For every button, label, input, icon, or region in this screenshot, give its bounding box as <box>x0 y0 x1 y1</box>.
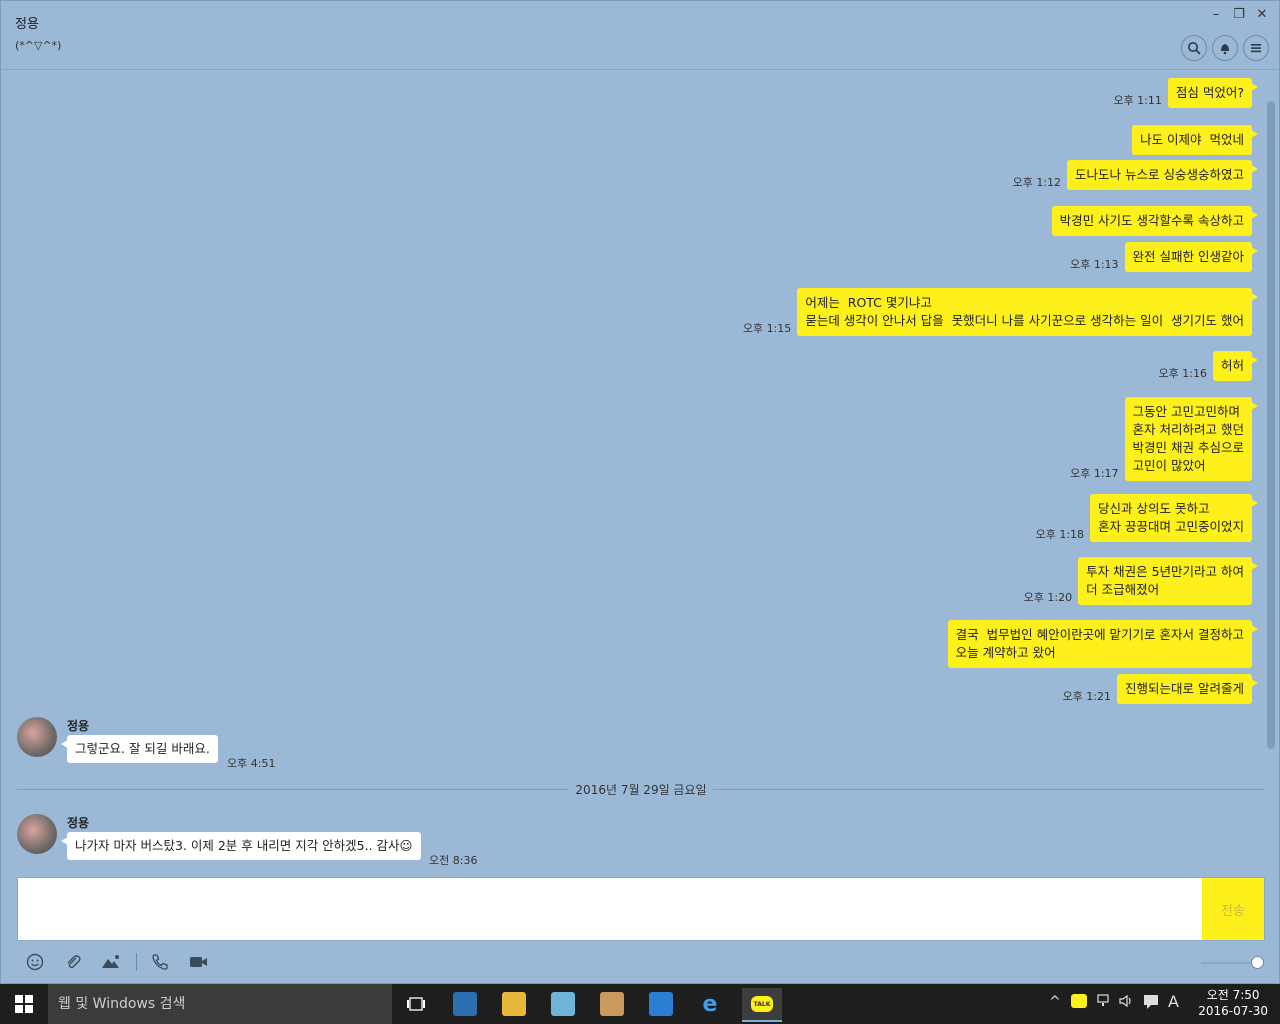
call-button[interactable] <box>151 953 169 975</box>
internet-explorer-icon[interactable]: e <box>698 992 722 1017</box>
windows-logo-icon <box>15 995 33 1013</box>
chevron-up-icon[interactable]: ^ <box>1049 994 1061 1010</box>
my-message: 박경민 사기도 생각할수록 속상하고 <box>1051 206 1259 236</box>
volume-icon[interactable] <box>1119 994 1135 1012</box>
message-bubble[interactable]: 그렇군요. 잘 되길 바래요. <box>61 735 218 763</box>
message-bubble[interactable]: 진행되는대로 알려줄게 <box>1117 674 1258 704</box>
clock-date: 2016-07-30 <box>1198 1004 1268 1018</box>
notification-button[interactable] <box>1212 35 1238 61</box>
chat-partner-name: 정용 <box>15 17 39 32</box>
message-time: 오후 1:13 <box>1070 258 1119 271</box>
video-icon <box>190 957 207 967</box>
avatar[interactable] <box>17 814 57 854</box>
my-message: 오후 1:12 도나도나 뉴스로 싱숭생숭하였고 <box>1012 160 1258 190</box>
my-message: 오후 1:15 어제는 ROTC 몇기냐고 묻는데 생각이 안나서 답을 못했더… <box>742 288 1258 336</box>
windows-taskbar: 웹 및 Windows 검색 e TALK ^ A 오전 7:50 2016-0… <box>0 984 1280 1024</box>
store-icon[interactable] <box>649 992 673 1016</box>
message-time: 오전 8:36 <box>429 854 478 867</box>
message-time: 오후 1:17 <box>1070 467 1119 480</box>
chat-scrollbar[interactable] <box>1267 101 1275 749</box>
attach-icon <box>67 955 81 969</box>
sender-name: 정용 <box>67 816 90 830</box>
message-bubble[interactable]: 점심 먹었어? <box>1167 78 1259 108</box>
paint-icon[interactable] <box>600 992 624 1016</box>
system-clock[interactable]: 오전 7:50 2016-07-30 <box>1198 987 1268 1019</box>
message-bubble[interactable]: 나가자 마자 버스탔3. 이제 2분 후 내리면 지각 안하겠5.. 감사☺ <box>61 832 421 860</box>
close-button[interactable]: ✕ <box>1253 7 1271 22</box>
message-bubble[interactable]: 허허 <box>1212 351 1259 381</box>
chat-header: 정용 (*^▽^*) – ❐ ✕ <box>1 1 1279 70</box>
start-button[interactable] <box>0 984 48 1024</box>
my-message: 오후 1:18 당신과 상의도 못하고 혼자 끙끙대며 고민중이었지 <box>1035 494 1258 542</box>
notifications-icon[interactable] <box>1143 994 1159 1014</box>
message-bubble[interactable]: 당신과 상의도 못하고 혼자 끙끙대며 고민중이었지 <box>1090 494 1258 542</box>
bell-icon <box>1221 44 1229 55</box>
network-icon[interactable] <box>1097 994 1113 1012</box>
taskbar-search-box[interactable]: 웹 및 Windows 검색 <box>48 984 392 1024</box>
date-divider-label: 2016년 7월 29일 금요일 <box>569 783 713 797</box>
transparency-slider-handle[interactable] <box>1251 956 1264 969</box>
my-message: 오후 1:16 허허 <box>1158 351 1259 381</box>
chat-window: 정용 (*^▽^*) – ❐ ✕ 오후 1:11 점심 먹었어? 나도 이제야 … <box>0 0 1280 984</box>
message-bubble[interactable]: 그동안 고민고민하며 혼자 처리하려고 했던 박경민 채권 추심으로 고민이 많… <box>1124 397 1259 481</box>
message-time: 오후 4:51 <box>227 757 276 770</box>
image-button[interactable] <box>101 953 121 975</box>
message-time: 오후 1:12 <box>1012 176 1062 189</box>
my-message: 오후 1:13 완전 실패한 인생같아 <box>1070 242 1259 272</box>
chat-partner-status: (*^▽^*) <box>15 39 62 52</box>
transparency-slider-track[interactable] <box>1201 962 1257 964</box>
my-message: 오후 1:21 진행되는대로 알려줄게 <box>1062 674 1258 704</box>
app-icon[interactable] <box>551 992 575 1016</box>
message-bubble[interactable]: 어제는 ROTC 몇기냐고 묻는데 생각이 안나서 답을 못했더니 나를 사기꾼… <box>797 288 1258 336</box>
emoji-icon <box>26 953 44 971</box>
message-bubble[interactable]: 투자 채권은 5년만기라고 하여 더 조급해졌어 <box>1078 557 1258 605</box>
message-bubble[interactable]: 결국 법무법인 혜안이란곳에 맡기기로 혼자서 결정하고 오늘 계약하고 왔어 <box>947 620 1259 668</box>
ime-indicator[interactable]: A <box>1168 992 1179 1011</box>
search-icon <box>1188 42 1201 55</box>
message-time: 오후 1:18 <box>1035 528 1085 541</box>
my-message: 결국 법무법인 혜안이란곳에 맡기기로 혼자서 결정하고 오늘 계약하고 왔어 <box>947 620 1259 668</box>
date-divider: 2016년 7월 29일 금요일 <box>1 781 1280 798</box>
kakaotalk-tray-icon[interactable] <box>1071 994 1087 1008</box>
search-button[interactable] <box>1181 35 1207 61</box>
message-time: 오후 1:21 <box>1062 690 1112 703</box>
toolbar-separator <box>136 953 137 971</box>
restore-button[interactable]: ❐ <box>1230 7 1248 22</box>
message-input[interactable] <box>26 886 1186 932</box>
image-icon <box>102 955 119 968</box>
clock-time: 오전 7:50 <box>1206 988 1260 1002</box>
message-bubble[interactable]: 완전 실패한 인생같아 <box>1124 242 1259 272</box>
minimize-button[interactable]: – <box>1207 7 1225 22</box>
message-time: 오후 1:20 <box>1023 591 1073 604</box>
other-message: 정용 나가자 마자 버스탔3. 이제 2분 후 내리면 지각 안하겠5.. 감사… <box>17 814 717 867</box>
message-input-area[interactable]: 전송 <box>17 877 1265 941</box>
other-message: 정용 그렇군요. 잘 되길 바래요. 오후 4:51 <box>17 717 617 770</box>
sender-name: 정용 <box>67 719 90 733</box>
message-time: 오후 1:11 <box>1113 94 1162 107</box>
message-time: 오후 1:15 <box>742 322 792 335</box>
my-message: 오후 1:20 투자 채권은 5년만기라고 하여 더 조급해졌어 <box>1023 557 1258 605</box>
emoji-button[interactable] <box>26 953 44 975</box>
task-view-icon[interactable] <box>404 992 428 1016</box>
kakaotalk-taskbar-button[interactable]: TALK <box>742 988 782 1022</box>
hamburger-menu-icon <box>1251 44 1261 53</box>
my-message: 오후 1:17 그동안 고민고민하며 혼자 처리하려고 했던 박경민 채권 추심… <box>1070 397 1259 481</box>
call-icon <box>152 954 168 970</box>
message-bubble[interactable]: 박경민 사기도 생각할수록 속상하고 <box>1051 206 1259 236</box>
message-bubble[interactable]: 나도 이제야 먹었네 <box>1132 125 1258 155</box>
menu-button[interactable] <box>1243 35 1269 61</box>
video-call-button[interactable] <box>189 953 209 975</box>
my-message: 오후 1:11 점심 먹었어? <box>1113 78 1259 108</box>
my-message: 나도 이제야 먹었네 <box>1132 125 1258 155</box>
message-bubble[interactable]: 도나도나 뉴스로 싱숭생숭하였고 <box>1067 160 1258 190</box>
file-explorer-icon[interactable] <box>502 992 526 1016</box>
app-icon[interactable] <box>453 992 477 1016</box>
send-button[interactable]: 전송 <box>1202 878 1264 940</box>
kakaotalk-icon: TALK <box>751 996 773 1012</box>
avatar[interactable] <box>17 717 57 757</box>
attach-button[interactable] <box>64 953 82 975</box>
message-time: 오후 1:16 <box>1158 367 1207 380</box>
